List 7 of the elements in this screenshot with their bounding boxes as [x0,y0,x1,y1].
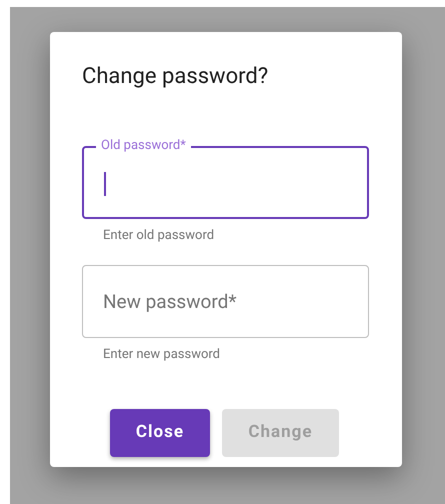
field-label: Old password* [96,138,191,154]
close-button[interactable]: Close [110,409,210,457]
field-placeholder: New password* [103,290,237,314]
helper-text: Enter old password [103,228,216,244]
helper-text: Enter new password [103,347,221,363]
dialog-title: Change password? [82,63,270,91]
text-cursor [104,172,106,196]
